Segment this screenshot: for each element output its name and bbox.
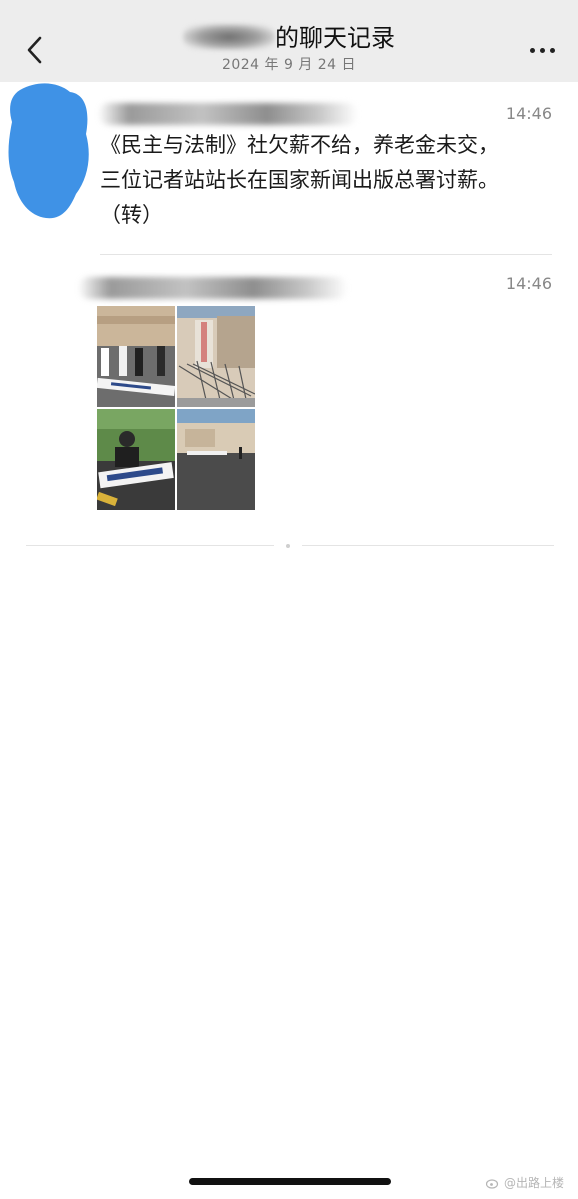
page-title: 的聊天记录 bbox=[183, 22, 395, 54]
message-divider bbox=[100, 254, 552, 255]
more-dot-icon bbox=[529, 47, 535, 53]
message-time: 14:46 bbox=[505, 274, 552, 293]
weibo-icon bbox=[485, 1178, 499, 1189]
redacted-sender-name bbox=[98, 103, 358, 125]
message-item[interactable]: 14:46 bbox=[0, 265, 578, 515]
message-item[interactable]: 14:46 《民主与法制》社欠薪不给，养老金未交， 三位记者站站长在国家新闻出版… bbox=[0, 95, 578, 255]
watermark: @出路上楼 bbox=[485, 1174, 564, 1191]
end-dot bbox=[286, 544, 290, 548]
photo-man-with-banner[interactable] bbox=[97, 409, 175, 510]
end-divider-right bbox=[302, 545, 554, 546]
top-bar: 的聊天记录 2024 年 9 月 24 日 bbox=[0, 0, 578, 82]
photo-gate-sign[interactable] bbox=[177, 306, 255, 407]
redacted-name bbox=[183, 24, 275, 50]
photo-men-with-banner[interactable] bbox=[97, 306, 175, 407]
message-text: 《民主与法制》社欠薪不给，养老金未交， 三位记者站站长在国家新闻出版总署讨薪。 … bbox=[100, 133, 499, 227]
title-suffix: 的聊天记录 bbox=[275, 24, 395, 52]
chat-date: 2024 年 9 月 24 日 bbox=[221, 57, 357, 73]
more-dot-icon bbox=[539, 47, 545, 53]
end-divider-left bbox=[26, 545, 274, 546]
image-collage[interactable] bbox=[97, 306, 255, 510]
photo-building-street[interactable] bbox=[177, 409, 255, 510]
watermark-text: @出路上楼 bbox=[503, 1176, 564, 1190]
more-dot-icon bbox=[549, 47, 555, 53]
home-indicator bbox=[189, 1178, 391, 1185]
more-options-button[interactable] bbox=[524, 38, 560, 62]
redacted-sender-name bbox=[78, 277, 348, 299]
message-time: 14:46 bbox=[505, 104, 552, 123]
